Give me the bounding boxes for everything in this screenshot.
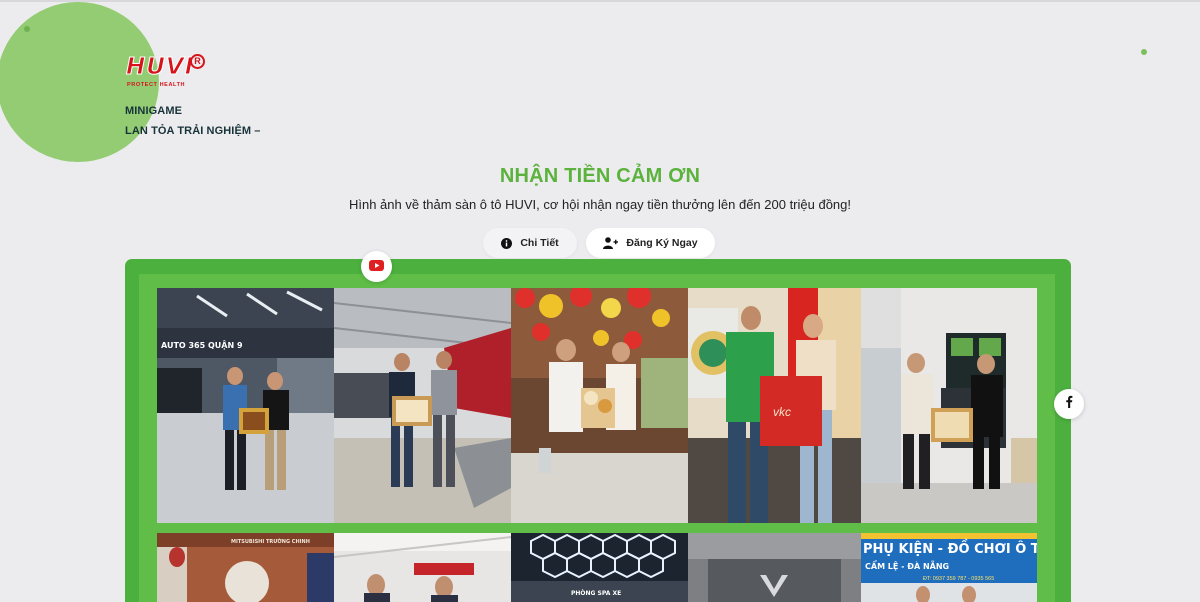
details-button[interactable]: Chi Tiết xyxy=(483,228,577,258)
photo-sign-text: AUTO 365 QUẬN 9 xyxy=(161,340,243,350)
page-subtitle: Hình ảnh về thảm sàn ô tô HUVI, cơ hội n… xyxy=(348,197,852,212)
gallery-photo[interactable]: PHỤ KIỆN - ĐỒ CHƠI Ô T CẨM LỆ - ĐÀ NẴNG … xyxy=(861,533,1037,602)
register-button[interactable]: Đăng Ký Ngay xyxy=(586,228,715,258)
info-icon xyxy=(501,237,513,249)
intro-block: MINIGAME LAN TỎA TRẢI NGHIỆM – xyxy=(125,101,261,141)
intro-line-minigame: MINIGAME xyxy=(125,105,183,117)
gallery-photo[interactable] xyxy=(688,533,861,602)
gallery-photo[interactable] xyxy=(511,288,688,523)
youtube-icon xyxy=(369,258,384,276)
user-plus-icon xyxy=(603,237,619,249)
youtube-button[interactable] xyxy=(361,251,392,282)
svg-text:vkc: vkc xyxy=(773,405,791,419)
gallery-photo[interactable]: MITSUBISHI TRƯỜNG CHINH xyxy=(157,533,334,602)
gallery-photo[interactable] xyxy=(334,533,511,602)
facebook-icon xyxy=(1065,395,1073,413)
gallery-photo[interactable]: vkc xyxy=(688,288,861,523)
photo-sign-phone: ĐT: 0937 359 787 - 0935 565 xyxy=(923,576,994,582)
photo-sign-text: PHÒNG SPA XE xyxy=(571,590,621,597)
facebook-button[interactable] xyxy=(1054,389,1084,419)
details-button-label: Chi Tiết xyxy=(520,237,559,249)
photo-sign-headline: PHỤ KIỆN - ĐỒ CHƠI Ô T xyxy=(863,539,1037,557)
gallery-photo[interactable]: AUTO 365 QUẬN 9 xyxy=(157,288,334,523)
intro-line-campaign: LAN TỎA TRẢI NGHIỆM – xyxy=(125,125,261,137)
registered-mark: R xyxy=(190,54,205,69)
page-title: NHẬN TIỀN CẢM ƠN xyxy=(499,165,701,187)
photo-sign-text: MITSUBISHI TRƯỜNG CHINH xyxy=(231,538,310,545)
gallery-photo[interactable] xyxy=(334,288,511,523)
logo-wordmark: HUVI xyxy=(125,54,195,81)
decorative-dot xyxy=(1141,49,1147,55)
gallery-photo[interactable] xyxy=(861,288,1037,523)
gallery-photo[interactable]: PHÒNG SPA XE xyxy=(511,533,688,602)
huvi-logo[interactable]: HUVI R PROTECT HEALTH xyxy=(125,54,210,90)
decorative-dot xyxy=(24,26,30,32)
logo-tagline: PROTECT HEALTH xyxy=(127,82,186,88)
register-button-label: Đăng Ký Ngay xyxy=(626,237,698,249)
top-border xyxy=(0,0,1200,2)
